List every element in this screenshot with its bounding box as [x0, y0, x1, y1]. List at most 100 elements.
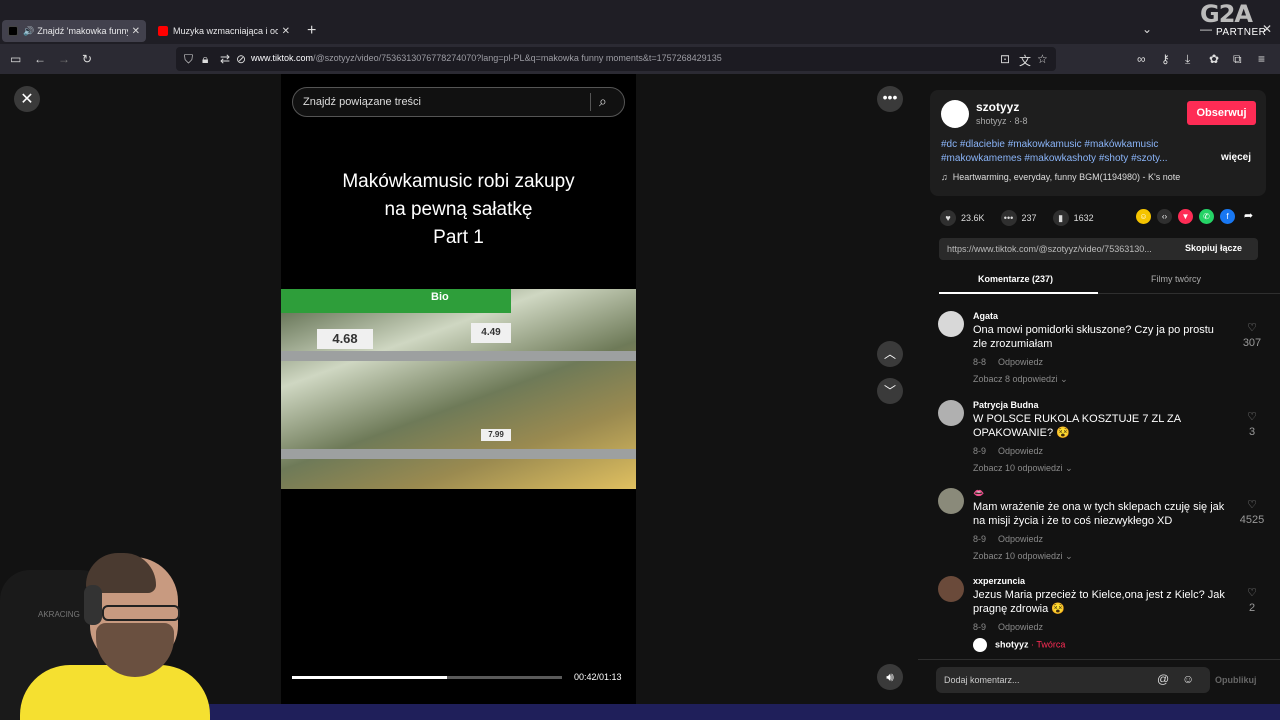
author-avatar[interactable]: [941, 100, 969, 128]
next-video-button[interactable]: ﹀: [877, 378, 903, 404]
close-tab-icon[interactable]: ✕: [282, 26, 290, 37]
video-player[interactable]: Znajdź powiązane treści ⌕ Makówkamusic r…: [281, 74, 636, 704]
whatsapp-icon[interactable]: ✆: [1199, 209, 1214, 224]
creator-reply-preview[interactable]: shotyyz · Twórca: [973, 638, 1065, 652]
comment-input[interactable]: Dodaj komentarz... @ ☺: [936, 667, 1210, 693]
tab-list-icon[interactable]: ⌄: [1142, 22, 1152, 36]
follow-button[interactable]: Obserwuj: [1187, 101, 1256, 125]
download-icon[interactable]: ⤓: [1185, 52, 1190, 67]
reply-button[interactable]: Odpowiedz: [998, 446, 1043, 456]
video-progress-bar[interactable]: [292, 676, 562, 679]
caption-line: na pewną sałatkę: [384, 199, 533, 220]
streamer-shirt: [20, 665, 210, 720]
search-icon[interactable]: ⌕: [599, 93, 607, 110]
author-name[interactable]: szotyyz: [976, 100, 1019, 114]
comment-placeholder: Dodaj komentarz...: [944, 675, 1020, 685]
previous-video-button[interactable]: ︿: [877, 341, 903, 367]
comment-item: Patrycja Budna W POLSCE RUKOLA KOSZTUJE …: [938, 400, 1268, 480]
comment-composer: Dodaj komentarz... @ ☺ Opublikuj: [918, 659, 1280, 704]
commenter-avatar[interactable]: [938, 311, 964, 337]
comment-meta: 8-8 Odpowiedz: [973, 357, 1044, 367]
shelf-sign: [281, 289, 511, 313]
url-text[interactable]: www.tiktok.com/@szotyyz/video/7536313076…: [251, 53, 722, 63]
share-arrow-icon[interactable]: ➦: [1241, 209, 1256, 224]
tab-youtube[interactable]: Muzyka wzmacniająca i oczyszcz ✕: [152, 20, 296, 42]
view-replies-button[interactable]: Zobacz 10 odpowiedzi ⌄: [973, 551, 1073, 562]
lock-icon[interactable]: 🔒︎: [202, 52, 208, 67]
volume-icon: 🔊︎: [886, 670, 894, 684]
creator-badge: · Twórca: [1031, 639, 1066, 650]
close-video-button[interactable]: ✕: [14, 86, 40, 112]
facebook-icon[interactable]: f: [1220, 209, 1235, 224]
extension-glasses-icon[interactable]: ∞: [1137, 52, 1146, 66]
volume-button[interactable]: 🔊︎: [877, 664, 903, 690]
key-icon[interactable]: ⚷: [1161, 52, 1170, 66]
comment-like[interactable]: ♡ 3: [1237, 410, 1267, 438]
new-tab-icon[interactable]: +: [307, 22, 316, 40]
coin-share-icon[interactable]: ☺: [1136, 209, 1151, 224]
author-subtitle: shotyyz · 8-8: [976, 116, 1028, 126]
progress-fill: [292, 676, 448, 679]
g2a-logo: G2A: [1200, 0, 1253, 28]
copy-link-button[interactable]: Skopiuj łącze: [1185, 243, 1242, 253]
sidebar-toggle-icon[interactable]: ▭: [10, 52, 21, 66]
menu-icon[interactable]: ≡: [1258, 52, 1265, 66]
bookmark-star-icon[interactable]: ☆: [1037, 52, 1048, 66]
tab-tiktok[interactable]: 🔊 Znajdź 'makowka funny mo ✕: [2, 20, 146, 42]
comment-like[interactable]: ♡ 4525: [1237, 498, 1267, 526]
active-tab-indicator: [939, 292, 1098, 294]
video-time: 00:42/01:13: [574, 672, 622, 682]
comment-text: Ona mowi pomidorki skłuszone? Czy ja po …: [973, 324, 1214, 350]
commenter-name[interactable]: Agata: [973, 311, 998, 321]
price-tag: 7.99: [481, 429, 511, 441]
commenter-name[interactable]: Patrycja Budna: [973, 400, 1039, 410]
reload-icon[interactable]: ↻: [82, 52, 92, 66]
reply-button[interactable]: Odpowiedz: [998, 534, 1043, 544]
publish-button[interactable]: Opublikuj: [1215, 675, 1257, 685]
close-tab-icon[interactable]: ✕: [132, 26, 140, 37]
commenter-name[interactable]: 👄: [973, 488, 984, 499]
embed-icon[interactable]: ‹›: [1157, 209, 1172, 224]
ellipsis-icon: •••: [882, 89, 898, 105]
bookmark-icon[interactable]: ▮: [1052, 210, 1069, 226]
comment-like[interactable]: ♡ 307: [1237, 321, 1267, 349]
view-replies-button[interactable]: Zobacz 8 odpowiedzi ⌄: [973, 374, 1068, 385]
translate-icon[interactable]: 文: [1019, 52, 1031, 69]
more-description-button[interactable]: więcej: [1221, 152, 1251, 163]
comment-icon[interactable]: •••: [1000, 210, 1017, 226]
commenter-name[interactable]: xxperzuncia: [973, 576, 1025, 586]
comment-like[interactable]: ♡ 2: [1237, 586, 1267, 614]
music-info[interactable]: ♫ Heartwarming, everyday, funny BGM(1194…: [941, 172, 1180, 182]
panel-tabs: Komentarze (237) Filmy twórcy: [939, 270, 1280, 294]
view-replies-button[interactable]: Zobacz 10 odpowiedzi ⌄: [973, 463, 1073, 474]
commenter-avatar[interactable]: [938, 488, 964, 514]
forward-icon[interactable]: →: [58, 52, 70, 66]
commenter-avatar[interactable]: [938, 576, 964, 602]
tab-label: Muzyka wzmacniająca i oczyszcz: [173, 26, 278, 36]
reply-button[interactable]: Odpowiedz: [998, 622, 1043, 632]
video-link-url[interactable]: https://www.tiktok.com/@szotyyz/video/75…: [947, 244, 1173, 254]
url-bar[interactable]: ⛉ 🔒︎ ⇄ ⊘ www.tiktok.com/@szotyyz/video/7…: [176, 47, 1056, 71]
save-count: 1632: [1073, 213, 1094, 223]
commenter-avatar[interactable]: [938, 400, 964, 426]
price-tag: 4.49: [471, 323, 511, 343]
hashtags[interactable]: #dc #dlaciebie #makowkamusic #makówkamus…: [941, 138, 1203, 166]
emoji-icon[interactable]: ☺: [1182, 672, 1194, 686]
tab-comments[interactable]: Komentarze (237): [978, 274, 1053, 284]
puzzle-icon[interactable]: ⧉: [1233, 52, 1242, 67]
reply-button[interactable]: Odpowiedz: [998, 357, 1043, 367]
heart-icon[interactable]: ♥: [940, 210, 956, 226]
back-icon[interactable]: ←: [34, 52, 46, 66]
send-icon[interactable]: ▼: [1178, 209, 1193, 224]
more-options-button[interactable]: •••: [877, 86, 903, 112]
tracking-icon[interactable]: ⊘: [236, 52, 246, 66]
comment-text: Mam wrażenie że ona w tych sklepach czuj…: [973, 501, 1225, 527]
extension-icon[interactable]: ✿: [1209, 52, 1219, 66]
related-search-input[interactable]: Znajdź powiązane treści ⌕: [292, 87, 625, 117]
permissions-icon[interactable]: ⇄: [220, 52, 230, 66]
heart-outline-icon: ♡: [1247, 411, 1257, 423]
shield-icon[interactable]: ⛉: [184, 52, 193, 67]
tab-creator-videos[interactable]: Filmy twórcy: [1151, 274, 1201, 284]
mention-icon[interactable]: @: [1157, 672, 1169, 686]
screenshot-icon[interactable]: ⊡: [1000, 52, 1010, 66]
